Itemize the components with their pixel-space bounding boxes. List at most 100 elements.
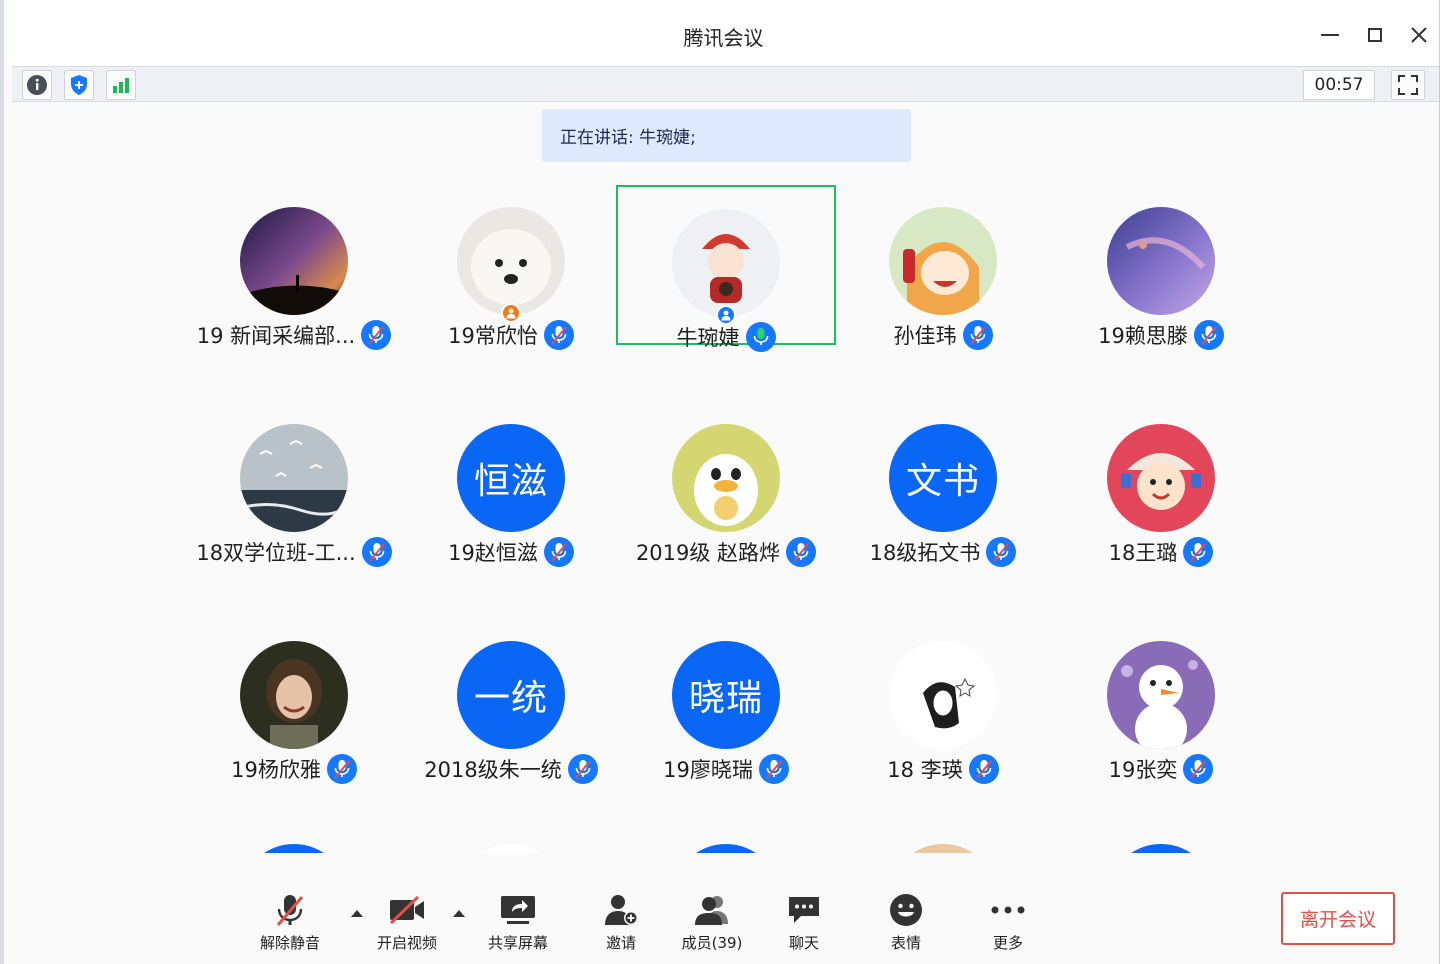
emoji-button[interactable]: 表情 bbox=[861, 892, 951, 953]
participant-tile[interactable]: 19常欣怡 bbox=[401, 185, 621, 350]
participant-name: 牛琬婕 bbox=[676, 326, 740, 350]
avatar: 一统 bbox=[457, 641, 565, 749]
participant-tile[interactable]: 19杨欣雅 bbox=[184, 619, 404, 784]
avatar bbox=[457, 207, 565, 315]
signal-icon bbox=[113, 78, 129, 93]
avatar: 恒滋 bbox=[457, 424, 565, 532]
participant-tile[interactable]: 2019级 赵路烨 bbox=[616, 402, 836, 567]
mic-muted-indicator bbox=[968, 754, 999, 784]
members-icon bbox=[695, 896, 728, 925]
participant-tile[interactable]: 牛琬婕 bbox=[616, 185, 836, 352]
avatar bbox=[672, 209, 780, 317]
meeting-window: 腾讯会议 00:57 正在讲话: 牛琬婕; 19 新闻采编部... 19常欣怡 牛琬… bbox=[0, 0, 1440, 964]
network-status-button[interactable] bbox=[106, 70, 136, 100]
avatar bbox=[1107, 641, 1215, 749]
participant-tile[interactable]: 19 新闻采编部... bbox=[184, 185, 404, 350]
participant-tile[interactable]: 一统 2018级朱一统 bbox=[401, 619, 621, 784]
avatar bbox=[457, 844, 565, 853]
participant-tile[interactable]: 18王璐 bbox=[1051, 402, 1271, 567]
participant-name: 2019级 赵路烨 bbox=[635, 541, 781, 565]
mic-muted-indicator bbox=[962, 320, 993, 350]
members-label: 成员(39) bbox=[681, 934, 743, 952]
participant-name-row: 牛琬婕 bbox=[618, 322, 834, 352]
leave-meeting-button[interactable]: 离开会议 bbox=[1281, 892, 1395, 945]
person-icon bbox=[506, 308, 516, 319]
security-button[interactable] bbox=[64, 70, 94, 100]
participant-name: 19 新闻采编部... bbox=[196, 324, 356, 348]
mic-muted-indicator bbox=[1193, 320, 1224, 350]
participant-tile[interactable]: 19赖思滕 bbox=[1051, 185, 1271, 350]
participant-tile[interactable]: 文书 18级拓文书 bbox=[833, 402, 1053, 567]
more-button[interactable]: 更多 bbox=[963, 892, 1053, 953]
mic-muted-icon bbox=[276, 895, 304, 926]
participant-name-row: 孙佳玮 bbox=[833, 320, 1053, 350]
avatar bbox=[889, 844, 997, 853]
participant-name: 19赖思滕 bbox=[1098, 324, 1188, 348]
avatar bbox=[240, 207, 348, 315]
avatar bbox=[889, 207, 997, 315]
mic-muted-indicator bbox=[758, 754, 789, 784]
mic-muted-icon bbox=[551, 326, 567, 345]
share-screen-label: 共享屏幕 bbox=[487, 934, 548, 952]
close-icon bbox=[1411, 27, 1427, 43]
participant-name: 孙佳玮 bbox=[893, 324, 957, 348]
invite-label: 邀请 bbox=[605, 934, 636, 952]
mic-muted-icon bbox=[574, 760, 591, 779]
close-button[interactable] bbox=[1402, 18, 1436, 52]
avatar bbox=[240, 641, 348, 749]
participant-name: 18 李瑛 bbox=[887, 758, 963, 782]
participant-tile[interactable]: 晓瑞 19廖晓瑞 bbox=[616, 619, 836, 784]
participant-name-row: 19杨欣雅 bbox=[184, 754, 404, 784]
unmute-button[interactable]: 解除静音 bbox=[245, 892, 335, 953]
fullscreen-button[interactable] bbox=[1391, 70, 1425, 100]
mic-muted-indicator bbox=[1183, 754, 1214, 784]
participant-name: 19常欣怡 bbox=[448, 324, 538, 348]
mic-speaking-icon bbox=[753, 328, 768, 345]
fullscreen-icon bbox=[1398, 75, 1418, 95]
invite-icon bbox=[605, 895, 638, 925]
mic-muted-indicator bbox=[1183, 537, 1214, 567]
participant-name: 19张奕 bbox=[1108, 758, 1178, 782]
participant-name-row: 18王璐 bbox=[1051, 537, 1271, 567]
avatar bbox=[240, 424, 348, 532]
maximize-button[interactable] bbox=[1358, 18, 1392, 52]
participant-tile[interactable]: 恒滋 19赵恒滋 bbox=[401, 402, 621, 567]
avatar: 文书 bbox=[889, 424, 997, 532]
minimize-button[interactable] bbox=[1313, 18, 1347, 52]
mic-muted-icon bbox=[1190, 760, 1207, 779]
video-options-caret[interactable] bbox=[452, 908, 466, 918]
more-label: 更多 bbox=[992, 934, 1023, 952]
mic-muted-indicator bbox=[786, 537, 817, 567]
mic-muted-icon bbox=[969, 326, 986, 345]
avatar bbox=[672, 844, 780, 853]
participant-name-row: 18双学位班-工... bbox=[184, 537, 404, 567]
avatar bbox=[1107, 844, 1215, 853]
participant-tile[interactable]: 19张奕 bbox=[1051, 619, 1271, 784]
mic-muted-icon bbox=[1201, 326, 1217, 345]
mic-muted-indicator bbox=[361, 537, 392, 567]
meeting-info-button[interactable] bbox=[22, 70, 52, 100]
emoji-icon bbox=[890, 894, 922, 926]
video-off-icon bbox=[389, 895, 424, 925]
members-button[interactable]: 成员(39) bbox=[667, 892, 757, 953]
mic-muted-icon bbox=[368, 326, 384, 345]
share-screen-button[interactable]: 共享屏幕 bbox=[473, 892, 563, 953]
participant-name: 19杨欣雅 bbox=[231, 758, 321, 782]
mic-speaking-indicator bbox=[745, 322, 776, 352]
participant-tile[interactable]: 18 李瑛 bbox=[833, 619, 1053, 784]
window-title: 腾讯会议 bbox=[683, 26, 764, 50]
share-screen-icon bbox=[501, 896, 535, 924]
chat-button[interactable]: 聊天 bbox=[759, 892, 849, 953]
mic-muted-icon bbox=[975, 760, 992, 779]
mic-muted-indicator bbox=[543, 320, 574, 350]
start-video-button[interactable]: 开启视频 bbox=[362, 892, 452, 953]
invite-button[interactable]: 邀请 bbox=[576, 892, 666, 953]
start-video-label: 开启视频 bbox=[376, 934, 437, 952]
mic-muted-icon bbox=[766, 760, 782, 779]
participant-tile[interactable]: 孙佳玮 bbox=[833, 185, 1053, 350]
minimize-icon bbox=[1321, 34, 1339, 36]
avatar bbox=[672, 424, 780, 532]
chat-label: 聊天 bbox=[788, 934, 819, 952]
participant-tile[interactable]: 18双学位班-工... bbox=[184, 402, 404, 567]
participant-name-row: 19廖晓瑞 bbox=[616, 754, 836, 784]
